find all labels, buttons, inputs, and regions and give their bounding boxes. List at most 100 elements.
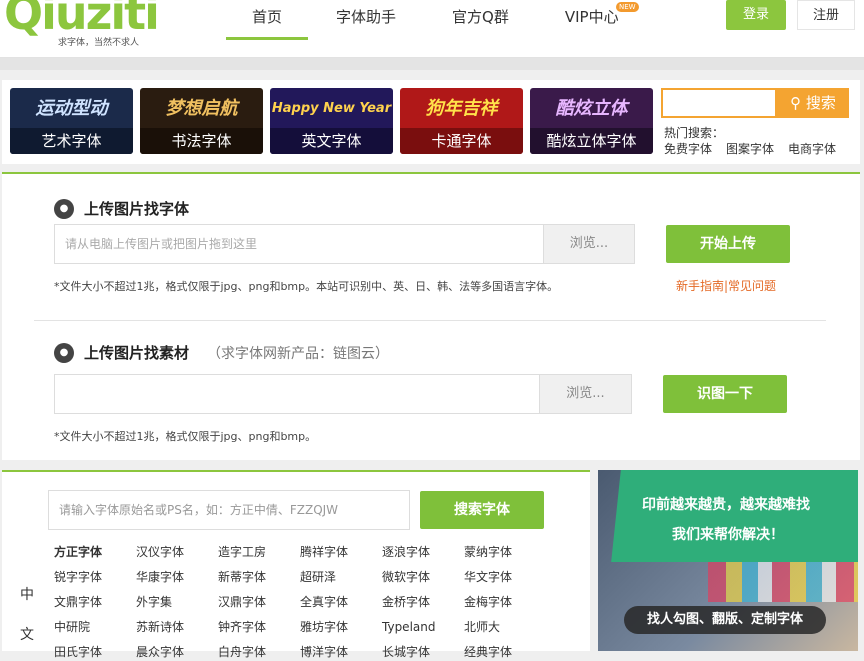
font-foundry-link[interactable]: 金梅字体: [464, 594, 546, 611]
category-english-fonts[interactable]: Happy New Year 英文字体: [270, 88, 393, 154]
quick-search-input[interactable]: [661, 88, 777, 118]
help-guide-link[interactable]: 新手指南|常见问题: [676, 277, 776, 294]
ad-green-panel: [611, 470, 858, 562]
font-foundry-link[interactable]: 长城字体: [382, 644, 464, 661]
logo-tagline: 求字体，当然不求人: [58, 38, 140, 48]
font-foundry-link[interactable]: 方正字体: [54, 544, 136, 561]
nav-font-assistant-label: 字体助手: [336, 8, 397, 26]
lang-label-zh-1: 中: [20, 587, 34, 603]
custom-font-ad[interactable]: 印前越来越贵，越来越难找 我们来帮你解决！ 找人勾图、翻版、定制字体: [598, 470, 858, 651]
font-foundry-link[interactable]: 北师大: [464, 619, 546, 636]
nav-qq-group[interactable]: 官方Q群: [424, 0, 537, 40]
font-foundry-link[interactable]: 汉仪字体: [136, 544, 218, 561]
search-font-button[interactable]: 搜索字体: [420, 491, 544, 529]
lang-label-zh-2: 文: [20, 627, 34, 643]
search-icon: ⚲: [790, 94, 802, 112]
nav-vip-center-label: VIP中心: [564, 8, 619, 26]
font-foundry-link[interactable]: 腾祥字体: [300, 544, 382, 561]
category-label: 酷炫立体字体: [530, 128, 653, 154]
quick-search-button-label: 搜索: [805, 94, 836, 112]
login-button[interactable]: 登录: [726, 0, 786, 30]
font-foundry-link[interactable]: 经典字体: [464, 644, 546, 661]
upload-font-dropzone[interactable]: 请从电脑上传图片或把图片拖到这里: [54, 224, 544, 264]
nav-vip-center[interactable]: VIP中心 NEW: [537, 0, 647, 40]
font-search-icon: ●: [54, 198, 74, 219]
category-label: 艺术字体: [10, 128, 133, 154]
upload-material-note: *文件大小不超过1兆，格式仅限于jpg、png和bmp。: [54, 430, 317, 443]
ad-decoration: [708, 562, 858, 602]
category-label: 卡通字体: [400, 128, 523, 154]
upload-font-title: ● 上传图片找字体: [54, 198, 189, 219]
category-art-image: 狗年吉祥: [425, 98, 498, 119]
font-foundry-link[interactable]: 金桥字体: [382, 594, 464, 611]
hot-search-label: 热门搜索：: [664, 126, 725, 140]
hot-link-pattern-fonts[interactable]: 图案字体: [726, 140, 774, 157]
nav-font-assistant[interactable]: 字体助手: [308, 0, 424, 40]
category-art-image: Happy New Year: [271, 101, 392, 116]
ad-cta-pill[interactable]: 找人勾图、翻版、定制字体: [624, 606, 826, 634]
register-button[interactable]: 注册: [797, 0, 855, 30]
image-search-icon: ●: [54, 342, 74, 363]
font-foundry-link[interactable]: 钟齐字体: [218, 619, 300, 636]
new-badge: NEW: [615, 2, 639, 12]
hot-link-ecommerce-fonts[interactable]: 电商字体: [788, 140, 836, 157]
top-header: Qiuziti 求字体，当然不求人 首页 字体助手 官方Q群 VIP中心 NEW…: [0, 0, 864, 58]
font-foundry-link[interactable]: 博洋字体: [300, 644, 382, 661]
upload-font-browse-button[interactable]: 浏览...: [543, 224, 635, 264]
category-art-image: 梦想启航: [165, 98, 238, 119]
category-3d-fonts[interactable]: 酷炫立体 酷炫立体字体: [530, 88, 653, 154]
recognize-image-button[interactable]: 识图一下: [663, 375, 787, 413]
font-foundry-link[interactable]: 造字工房: [218, 544, 300, 561]
font-foundry-link[interactable]: 田氏字体: [54, 644, 136, 661]
font-foundry-link[interactable]: 华康字体: [136, 569, 218, 586]
ad-subheadline: 我们来帮你解决！: [672, 527, 784, 543]
quick-search-button[interactable]: ⚲ 搜索: [777, 88, 849, 118]
main-nav: 首页 字体助手 官方Q群 VIP中心 NEW: [226, 0, 647, 40]
font-foundry-link[interactable]: 全真字体: [300, 594, 382, 611]
font-foundry-link[interactable]: 超研泽: [300, 569, 382, 586]
upload-material-dropzone[interactable]: [54, 374, 540, 414]
section-divider: [34, 320, 826, 321]
category-art-fonts[interactable]: 运动型动 艺术字体: [10, 88, 133, 154]
upload-panel: ● 上传图片找字体 请从电脑上传图片或把图片拖到这里 浏览... 开始上传 *文…: [2, 172, 860, 460]
hot-search-links: 免费字体 图案字体 电商字体: [664, 140, 836, 157]
font-foundry-link[interactable]: Typeland: [382, 619, 464, 636]
font-foundry-link[interactable]: 文鼎字体: [54, 594, 136, 611]
hot-link-free-fonts[interactable]: 免费字体: [664, 140, 712, 157]
upload-font-title-text: 上传图片找字体: [84, 200, 190, 218]
category-cartoon-fonts[interactable]: 狗年吉祥 卡通字体: [400, 88, 523, 154]
font-foundry-link[interactable]: 逐浪字体: [382, 544, 464, 561]
font-foundry-link[interactable]: 新蒂字体: [218, 569, 300, 586]
upload-material-subtitle: （求字体网新产品：链图云）: [207, 345, 390, 362]
category-banner: 运动型动 艺术字体 梦想启航 书法字体 Happy New Year 英文字体 …: [2, 80, 860, 164]
font-foundry-link[interactable]: 外字集: [136, 594, 218, 611]
font-foundry-link[interactable]: 中研院: [54, 619, 136, 636]
site-logo[interactable]: Qiuziti: [4, 0, 160, 40]
nav-qq-group-label: 官方Q群: [452, 8, 509, 26]
header-divider-strip: [0, 58, 864, 70]
font-name-search-input[interactable]: 请输入字体原始名或PS名，如：方正中倩、FZZQJW: [48, 490, 410, 530]
font-foundry-grid: 方正字体 汉仪字体 造字工房 腾祥字体 逐浪字体 蒙纳字体锐字字体 华康字体 新蒂字体 超研泽微…: [54, 544, 546, 661]
font-foundry-link[interactable]: 苏新诗体: [136, 619, 218, 636]
nav-home-label: 首页: [252, 8, 283, 26]
upload-material-title: ● 上传图片找素材 （求字体网新产品：链图云）: [54, 342, 389, 363]
font-foundry-link[interactable]: 白舟字体: [218, 644, 300, 661]
font-foundry-link[interactable]: 雅坊字体: [300, 619, 382, 636]
font-search-panel: 请输入字体原始名或PS名，如：方正中倩、FZZQJW 搜索字体 中 文 方正字体…: [2, 470, 590, 659]
category-calligraphy-fonts[interactable]: 梦想启航 书法字体: [140, 88, 263, 154]
upload-material-title-text: 上传图片找素材: [84, 344, 190, 362]
font-foundry-link[interactable]: 晨众字体: [136, 644, 218, 661]
category-art-image: 运动型动: [35, 98, 108, 119]
start-upload-button[interactable]: 开始上传: [666, 225, 790, 263]
font-foundry-link[interactable]: 锐字字体: [54, 569, 136, 586]
font-foundry-link[interactable]: 蒙纳字体: [464, 544, 546, 561]
font-foundry-link[interactable]: 华文字体: [464, 569, 546, 586]
font-foundry-link[interactable]: 微软字体: [382, 569, 464, 586]
ad-headline: 印前越来越贵，越来越难找: [642, 497, 810, 513]
category-label: 书法字体: [140, 128, 263, 154]
category-art-image: 酷炫立体: [555, 98, 628, 119]
category-label: 英文字体: [270, 128, 393, 154]
upload-material-browse-button[interactable]: 浏览...: [539, 374, 632, 414]
font-foundry-link[interactable]: 汉鼎字体: [218, 594, 300, 611]
nav-home[interactable]: 首页: [226, 0, 309, 40]
